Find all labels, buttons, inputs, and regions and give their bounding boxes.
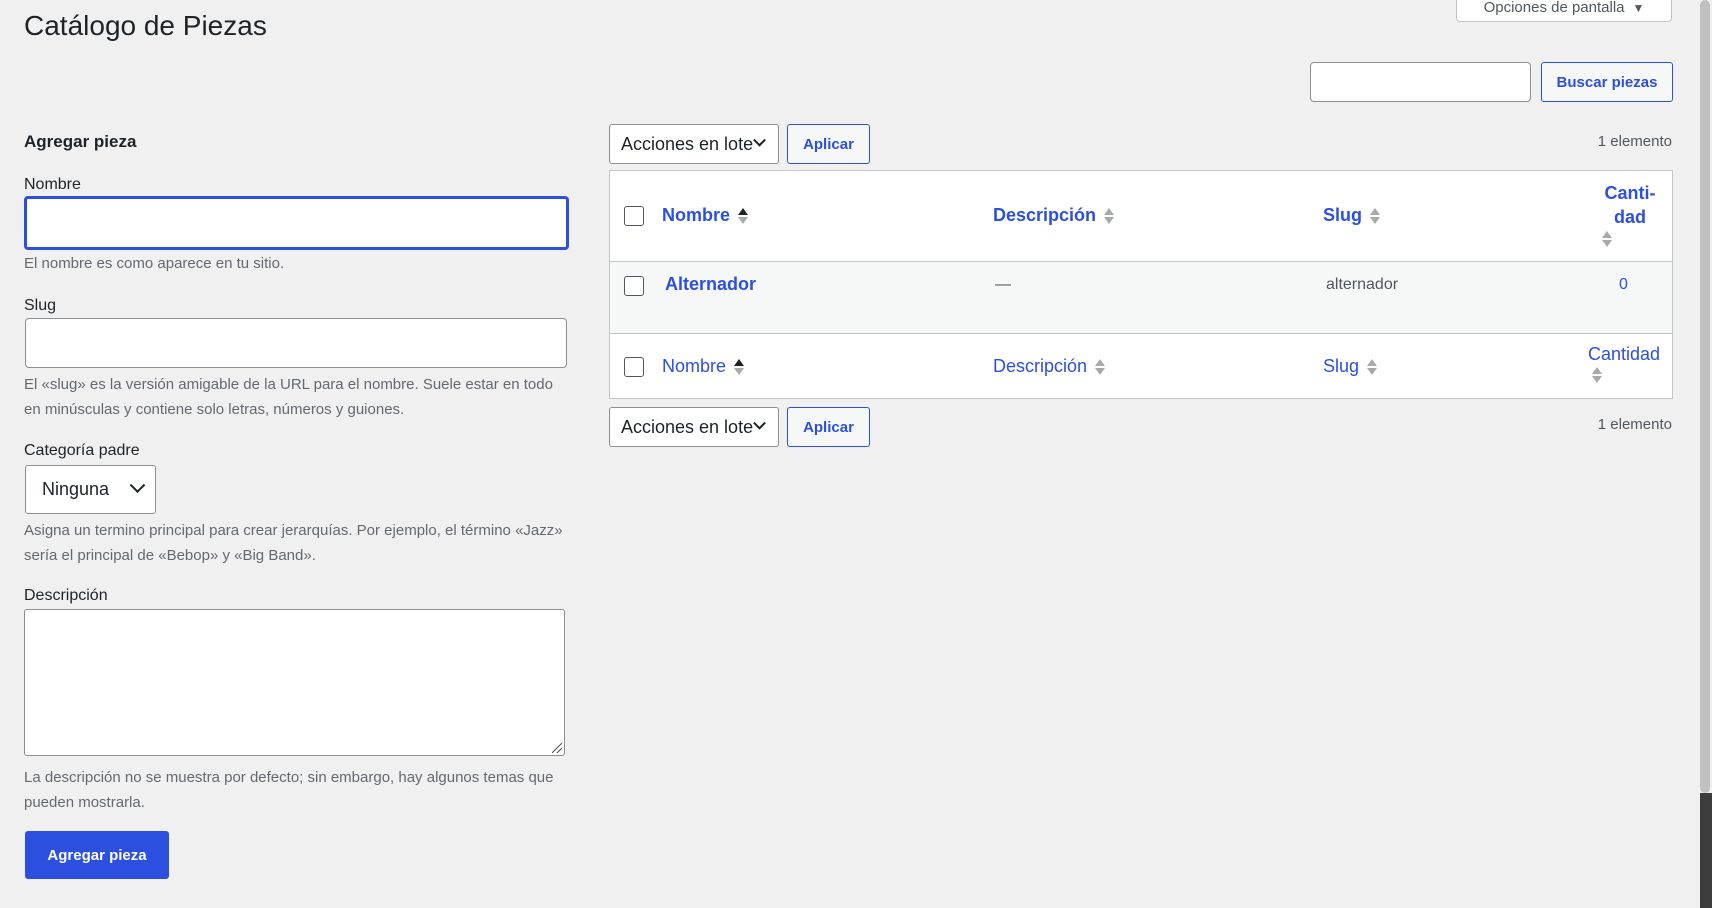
name-input[interactable] [24,196,569,250]
add-piece-button[interactable]: Agregar pieza [25,831,169,879]
column-name-label: Nombre [662,205,731,225]
bulk-actions-select-bottom[interactable]: Acciones en lote [609,407,779,447]
table-header: Nombre Descripción Slug Canti- dad [610,171,1672,262]
apply-button-bottom[interactable]: Aplicar [787,407,870,447]
parent-help: Asigna un termino principal para crear j… [24,522,563,564]
column-count-footer-label: Cantidad [1588,344,1661,364]
column-name-footer[interactable]: Nombre [662,356,745,377]
table-row: Alternador — alternador 0 [610,262,1672,334]
search-button[interactable]: Buscar piezas [1541,62,1673,102]
item-count-top: 1 elemento [1597,133,1672,150]
scrollbar-thumb[interactable] [1700,0,1710,793]
bulk-actions-label: Acciones en lote [621,416,754,437]
sort-arrows-icon [1592,367,1602,383]
sort-arrows-icon [738,207,749,224]
apply-button-top[interactable]: Aplicar [787,124,870,164]
sort-arrows-icon [1104,207,1115,224]
chevron-down-icon [129,477,146,494]
row-count-link[interactable]: 0 [1619,276,1628,294]
column-description-footer-label: Descripción [993,356,1088,376]
name-help: El nombre es como aparece en tu sitio. [24,255,285,272]
sort-arrows-icon [1370,207,1380,224]
parent-select-value: Ninguna [42,479,110,499]
triangle-down-icon: ▼ [1632,0,1645,15]
column-slug-footer[interactable]: Slug [1323,356,1378,377]
column-name[interactable]: Nombre [662,205,749,226]
column-name-footer-label: Nombre [662,356,727,376]
row-slug: alternador [1326,276,1399,293]
parent-select[interactable]: Ninguna [25,465,156,514]
pieces-table: Nombre Descripción Slug Canti- dad Alter… [609,170,1673,399]
description-textarea[interactable] [24,609,565,756]
column-count[interactable]: Canti- dad [1590,181,1670,247]
row-name-link[interactable]: Alternador [665,274,756,295]
sort-arrows-icon [734,358,745,375]
column-count-footer[interactable]: Cantidad [1588,344,1660,383]
column-slug-label: Slug [1323,205,1362,225]
row-description: — [995,276,1011,293]
sort-arrows-icon [1095,358,1106,375]
column-description-label: Descripción [993,205,1097,225]
page-title: Catálogo de Piezas [24,10,267,41]
bulk-actions-label: Acciones en lote [621,133,754,154]
slug-input[interactable] [25,318,567,368]
search-input[interactable] [1310,62,1531,102]
bulk-actions-select-top[interactable]: Acciones en lote [609,124,779,164]
form-title: Agregar pieza [24,132,137,151]
sort-arrows-icon [1602,231,1612,247]
column-count-label-2: dad [1613,207,1646,227]
description-help: La descripción no se muestra por defecto… [24,769,554,811]
page: Catálogo de Piezas Opciones de pantalla … [0,0,1712,908]
column-slug-footer-label: Slug [1323,356,1360,376]
description-label: Descripción [24,587,108,604]
slug-label: Slug [24,297,57,314]
sort-arrows-icon [1367,358,1378,375]
chevron-down-icon [753,133,766,147]
column-description[interactable]: Descripción [993,205,1115,226]
scrollbar-region [1700,793,1712,908]
name-label: Nombre [24,176,81,193]
slug-help: El «slug» es la versión amigable de la U… [24,376,553,418]
row-checkbox[interactable] [624,276,644,296]
select-all-checkbox[interactable] [624,206,644,226]
select-all-checkbox-footer[interactable] [624,357,644,377]
item-count-bottom: 1 elemento [1597,416,1672,433]
screen-options-button[interactable]: Opciones de pantalla ▼ [1456,0,1672,22]
column-description-footer[interactable]: Descripción [993,356,1106,377]
chevron-down-icon [753,416,766,430]
parent-label: Categoría padre [24,442,140,459]
resize-handle-icon[interactable] [552,743,562,753]
screen-options-label: Opciones de pantalla [1483,0,1625,16]
table-footer: Nombre Descripción Slug Cantidad [610,334,1672,400]
column-count-label-1: Canti- [1604,183,1656,203]
column-slug[interactable]: Slug [1323,205,1380,226]
